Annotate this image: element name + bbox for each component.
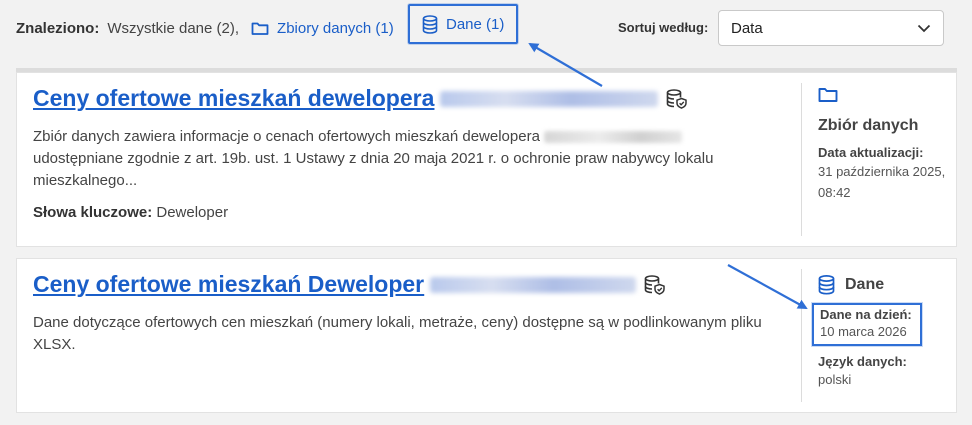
language-label: Język danych:	[818, 354, 907, 369]
results-filter-bar: Znaleziono: Wszystkie dane (2), Zbiory d…	[16, 4, 956, 48]
redacted-name	[430, 276, 637, 293]
redacted-name	[440, 90, 659, 107]
result-card: Ceny ofertowe mieszkań Deweloper Dane do…	[16, 258, 957, 413]
redacted-name	[543, 131, 682, 144]
result-type: Zbiór danych	[818, 117, 919, 134]
filter-data-label: Dane (1)	[446, 15, 505, 33]
result-title-link[interactable]: Ceny ofertowe mieszkań dewelopera	[33, 85, 793, 112]
folder-icon	[251, 22, 269, 35]
result-meta: Zbiór danych Data aktualizacji: 31 paźdz…	[801, 83, 951, 236]
update-date-value: 31 października 2025, 08:42	[818, 164, 946, 200]
result-type: Dane	[845, 276, 885, 293]
description-part2: udostępniane zgodnie z art. 19b. ust. 1 …	[33, 150, 714, 189]
keywords-label: Słowa kluczowe:	[33, 204, 153, 221]
result-card: Ceny ofertowe mieszkań dewelopera Zbiór …	[16, 72, 957, 247]
result-description: Dane dotyczące ofertowych cen mieszkań (…	[33, 314, 762, 353]
database-shield-icon	[644, 274, 666, 295]
data-date-value: 10 marca 2026	[820, 324, 907, 339]
filter-data-link[interactable]: Dane (1)	[408, 4, 519, 44]
language-value: polski	[818, 372, 852, 387]
filter-all-data[interactable]: Wszystkie dane (2),	[107, 20, 239, 37]
description-part1: Zbiór danych zawiera informacje o cenach…	[33, 128, 540, 145]
result-type-row: Dane	[818, 275, 951, 295]
result-description: Zbiór danych zawiera informacje o cenach…	[33, 126, 793, 192]
database-icon	[818, 275, 835, 295]
sort-label: Sortuj według:	[618, 20, 709, 35]
keywords-value[interactable]: Deweloper	[156, 204, 228, 221]
result-title-link[interactable]: Ceny ofertowe mieszkań Deweloper	[33, 271, 793, 298]
folder-icon	[818, 87, 951, 108]
found-label: Znaleziono:	[16, 19, 100, 37]
sort-selected-value: Data	[731, 19, 763, 37]
filter-datasets-label: Zbiory danych (1)	[277, 19, 394, 37]
result-title: Ceny ofertowe mieszkań dewelopera	[33, 85, 435, 111]
result-meta: Dane Dane na dzień: 10 marca 2026 Język …	[801, 269, 951, 402]
database-icon	[422, 14, 438, 34]
data-date-label: Dane na dzień:	[820, 307, 912, 322]
filter-datasets-link[interactable]: Zbiory danych (1)	[251, 20, 394, 37]
result-keywords: Słowa kluczowe: Deweloper	[33, 204, 793, 221]
update-date-label: Data aktualizacji:	[818, 145, 924, 160]
database-shield-icon	[666, 88, 688, 109]
chevron-down-icon	[917, 24, 931, 32]
result-title: Ceny ofertowe mieszkań Deweloper	[33, 271, 425, 297]
result-main: Ceny ofertowe mieszkań Deweloper Dane do…	[33, 259, 793, 356]
sort-select[interactable]: Data	[718, 10, 944, 46]
data-date-highlight: Dane na dzień: 10 marca 2026	[812, 303, 922, 346]
result-main: Ceny ofertowe mieszkań dewelopera Zbiór …	[33, 73, 793, 221]
